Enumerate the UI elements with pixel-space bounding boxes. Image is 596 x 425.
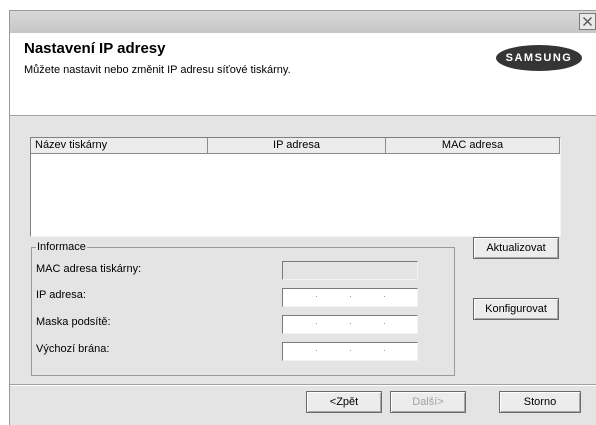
- octet-separator: [384, 296, 385, 297]
- page-subtitle: Můžete nastavit nebo změnit IP adresu sí…: [24, 64, 291, 76]
- mac-address-label: MAC adresa tiskárny:: [36, 263, 142, 275]
- dialog-window: Nastavení IP adresy Můžete nastavit nebo…: [9, 10, 596, 425]
- subnet-mask-label: Maska podsítě:: [36, 316, 111, 328]
- default-gateway-label: Výchozí brána:: [36, 343, 110, 355]
- samsung-logo: SAMSUNG: [496, 45, 582, 71]
- close-button[interactable]: [579, 13, 596, 30]
- close-icon: [583, 17, 592, 26]
- octet-separator: [316, 323, 317, 324]
- column-header-printer-name[interactable]: Název tiskárny: [31, 138, 208, 154]
- column-header-ip-address[interactable]: IP adresa: [208, 138, 386, 154]
- logo-text: SAMSUNG: [505, 52, 573, 64]
- octet-separator: [316, 296, 317, 297]
- octet-separator: [316, 350, 317, 351]
- mac-address-field: [282, 261, 418, 280]
- cancel-button[interactable]: Storno: [499, 391, 581, 413]
- octet-separator: [384, 350, 385, 351]
- column-header-mac-address[interactable]: MAC adresa: [386, 138, 560, 154]
- octet-separator: [350, 296, 351, 297]
- title-bar: [10, 11, 596, 33]
- ip-address-input[interactable]: [282, 288, 418, 307]
- configure-button[interactable]: Konfigurovat: [473, 298, 559, 320]
- octet-separator: [350, 350, 351, 351]
- page-title: Nastavení IP adresy: [24, 40, 166, 57]
- default-gateway-input[interactable]: [282, 342, 418, 361]
- next-button: Další>: [390, 391, 466, 413]
- footer-separator: [10, 384, 596, 386]
- back-button[interactable]: <Zpět: [306, 391, 382, 413]
- subnet-mask-input[interactable]: [282, 315, 418, 334]
- refresh-button[interactable]: Aktualizovat: [473, 237, 559, 259]
- octet-separator: [350, 323, 351, 324]
- octet-separator: [384, 323, 385, 324]
- ip-address-label: IP adresa:: [36, 289, 86, 301]
- printer-list-header: Název tiskárny IP adresa MAC adresa: [31, 138, 560, 154]
- printer-list[interactable]: Název tiskárny IP adresa MAC adresa: [30, 137, 561, 237]
- info-group-legend: Informace: [36, 241, 87, 253]
